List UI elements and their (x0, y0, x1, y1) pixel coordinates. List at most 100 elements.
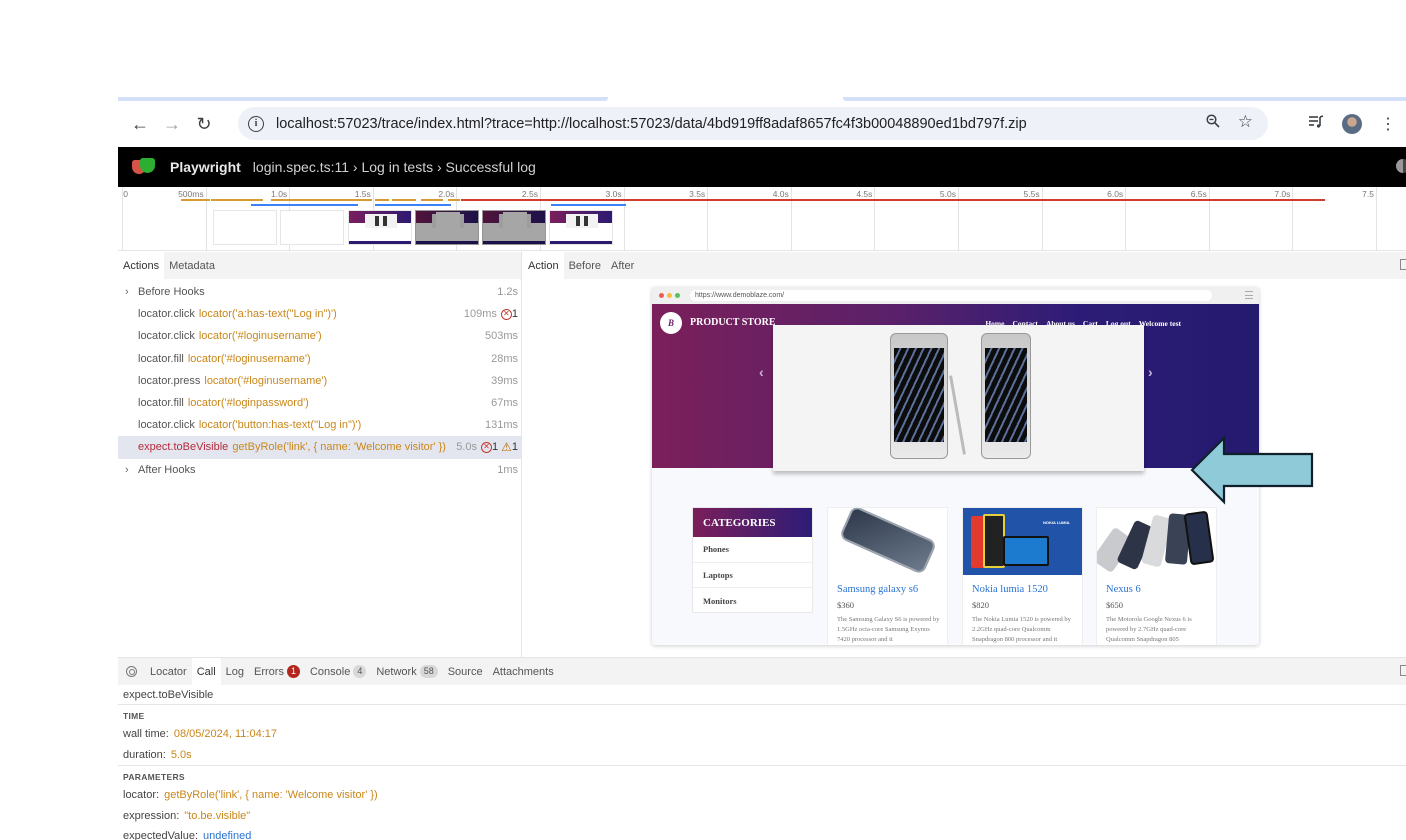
carousel-next-icon[interactable]: › (1148, 364, 1153, 380)
timeline-action-bar[interactable] (181, 199, 210, 201)
action-row[interactable]: locator.click locator('a:has-text("Log in… (118, 303, 521, 325)
back-button[interactable]: ← (124, 108, 156, 140)
timeline-gridline (1041, 187, 1043, 251)
tab-errors[interactable]: Errors 1 (249, 658, 305, 685)
action-row[interactable]: locator.fill locator('#loginpassword') 67m… (118, 392, 521, 414)
category-monitors[interactable]: Monitors (693, 588, 812, 614)
bookmark-star-icon[interactable]: ☆ (1238, 112, 1253, 132)
action-locator: locator('a:has-text("Log in")') (198, 308, 337, 321)
tab-before[interactable]: Before (564, 252, 606, 279)
toggle-panel-icon[interactable] (1400, 665, 1406, 676)
tab-log[interactable]: Log (221, 658, 249, 685)
timeline-action-bar[interactable] (392, 199, 416, 201)
tab-count-badge: 58 (419, 665, 438, 678)
tab-after[interactable]: After (606, 252, 639, 279)
filmstrip-thumbnail[interactable] (482, 210, 546, 245)
chevron-right-icon[interactable]: › (125, 464, 129, 476)
product-description: The Nokia Lumia 1520 is powered by 2.2GH… (972, 616, 1071, 643)
timeline[interactable]: 0 500ms 1.0s 1.5s 2.0s 2.5s 3.0s 3.5s 4.0s 4.5s 5.… (118, 187, 1406, 251)
tab-metadata[interactable]: Metadata (164, 252, 220, 279)
timeline-gridline (790, 187, 792, 251)
filmstrip-thumbnail[interactable] (415, 210, 479, 245)
store-nav-welcome[interactable]: Welcome test (1139, 319, 1181, 328)
reload-button[interactable]: ↻ (188, 108, 220, 140)
action-row[interactable]: locator.press locator('#loginusername') 39… (118, 370, 521, 392)
duration-label: duration: (123, 748, 166, 761)
timeline-action-bar[interactable] (375, 204, 451, 206)
timeline-action-bar[interactable] (461, 199, 1325, 201)
product-title[interactable]: Nokia lumia 1520 (963, 575, 1082, 595)
action-group-row[interactable]: › Before Hooks 1.2s (118, 281, 521, 303)
zoom-icon[interactable] (1206, 114, 1220, 132)
snapshot-pane: Action Before After https://www.demoblaz… (523, 252, 1406, 657)
expression-label: expression: (123, 809, 180, 822)
tab-console[interactable]: Console 4 (305, 658, 371, 685)
theme-toggle-icon[interactable] (1396, 159, 1406, 173)
tab-label: Locator (150, 665, 187, 678)
forward-button[interactable]: → (156, 108, 188, 140)
categories-header[interactable]: CATEGORIES (693, 508, 812, 537)
timeline-action-bar[interactable] (421, 199, 443, 201)
timeline-action-bar[interactable] (271, 199, 372, 201)
filmstrip-thumbnail[interactable] (348, 210, 412, 245)
tab-attachments[interactable]: Attachments (488, 658, 559, 685)
expression-row: expression: "to.be.visible" (118, 806, 1406, 827)
pick-locator-icon[interactable] (126, 666, 137, 677)
store-name[interactable]: PRODUCT STORE (690, 317, 775, 328)
action-duration: 5.0s (456, 441, 477, 454)
chevron-right-icon[interactable]: › (125, 286, 129, 298)
address-bar[interactable]: i localhost:57023/trace/index.html?trace… (238, 107, 1268, 140)
profile-avatar[interactable] (1342, 113, 1362, 134)
action-group-row[interactable]: › After Hooks 1ms (118, 459, 521, 481)
carousel-slide[interactable] (773, 325, 1144, 471)
more-menu-icon[interactable]: ⋮ (1370, 114, 1406, 134)
product-image[interactable] (1097, 508, 1216, 575)
page-snapshot[interactable]: https://www.demoblaze.com/ B PRODUCT STO… (652, 287, 1259, 645)
details-tabs: Locator Call Log Errors 1 Console 4 Network 58 So… (118, 658, 1406, 685)
product-image[interactable]: NOKIA LUMIA (963, 508, 1082, 575)
product-price: $360 (837, 600, 854, 610)
action-locator: locator('#loginpassword') (187, 397, 309, 410)
parameters-section-header: PARAMETERS (123, 772, 185, 782)
timeline-gridline (1208, 187, 1210, 251)
duration-value: 5.0s (170, 748, 192, 761)
filmstrip-thumbnail[interactable] (213, 210, 277, 245)
action-row[interactable]: expect.toBeVisible getByRole('link', { na… (118, 436, 521, 459)
filmstrip-thumbnail[interactable] (280, 210, 344, 245)
timeline-gridline (958, 187, 959, 251)
filmstrip-thumbnail[interactable] (549, 210, 613, 245)
carousel-prev-icon[interactable]: ‹ (759, 364, 764, 380)
category-laptops[interactable]: Laptops (693, 563, 812, 588)
error-icon: ✕ (500, 308, 512, 320)
timeline-action-bar[interactable] (551, 204, 626, 206)
product-title[interactable]: Samsung galaxy s6 (828, 575, 947, 595)
tab-action[interactable]: Action (523, 252, 564, 279)
url-text[interactable]: localhost:57023/trace/index.html?trace=h… (276, 116, 1027, 132)
snapshot-tabs: Action Before After (523, 252, 1406, 279)
timeline-action-bar[interactable] (375, 199, 389, 201)
category-phones[interactable]: Phones (693, 537, 812, 563)
tab-network[interactable]: Network 58 (371, 658, 442, 685)
product-title[interactable]: Nexus 6 (1097, 575, 1216, 595)
expected-value-label: expectedValue: (123, 830, 199, 840)
site-info-icon[interactable]: i (248, 115, 264, 132)
action-row[interactable]: locator.click locator('button:has-text("L… (118, 414, 521, 436)
tab-label: Errors (254, 665, 284, 678)
media-control-icon[interactable] (1298, 114, 1334, 133)
open-snapshot-icon[interactable] (1400, 259, 1406, 270)
timeline-action-bar[interactable] (251, 204, 358, 206)
error-icon: ✕ (480, 441, 492, 453)
tab-actions[interactable]: Actions (118, 252, 165, 279)
tab-source[interactable]: Source (443, 658, 488, 685)
action-row[interactable]: locator.click locator('#loginusername') 50… (118, 325, 521, 347)
timeline-action-bar[interactable] (448, 199, 460, 201)
timeline-gridline (1376, 187, 1377, 251)
tab-locator[interactable]: Locator (145, 658, 192, 685)
product-image[interactable] (828, 508, 947, 575)
tab-call[interactable]: Call (191, 658, 221, 685)
phone-image (981, 333, 1031, 459)
action-row[interactable]: locator.fill locator('#loginusername') 28m… (118, 348, 521, 370)
action-method: locator.click (138, 308, 195, 321)
timeline-action-bar[interactable] (211, 199, 263, 201)
stylus-image (949, 375, 966, 455)
